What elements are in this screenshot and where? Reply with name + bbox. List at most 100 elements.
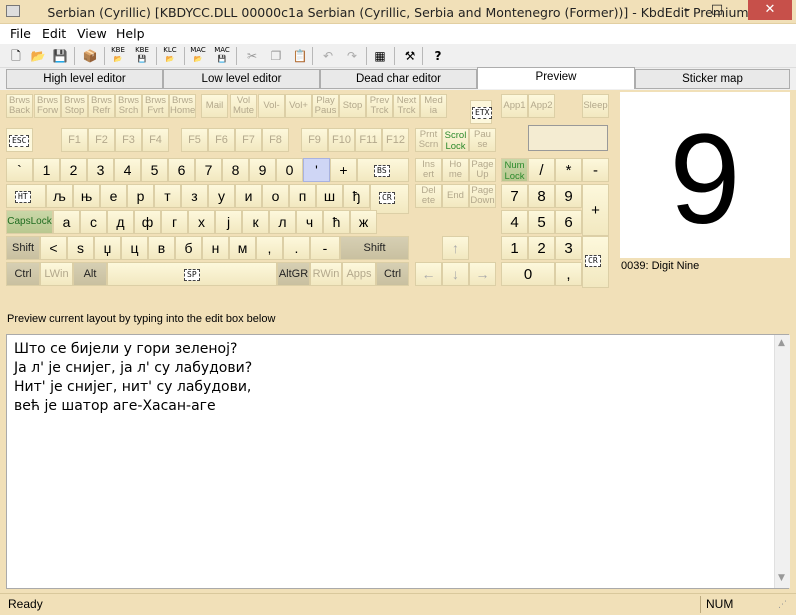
key-insert[interactable]: Ins ert xyxy=(415,158,442,182)
key-f4[interactable]: F4 xyxy=(142,128,169,152)
key-scroll-lock[interactable]: Scrol Lock xyxy=(442,128,469,152)
key-brws-home[interactable]: Brws Home xyxy=(169,94,196,118)
key-arrow-right[interactable]: → xyxy=(469,262,496,286)
preview-edit-box[interactable]: Што се бијели у гори зеленој? Ја л' је с… xyxy=(6,334,790,589)
tab-high-level-editor[interactable]: High level editor xyxy=(6,69,163,89)
key-1[interactable]: 1 xyxy=(33,158,60,182)
key-a[interactable]: а xyxy=(53,210,80,234)
key-f9[interactable]: F9 xyxy=(301,128,328,152)
key-f5[interactable]: F5 xyxy=(181,128,208,152)
key-ef[interactable]: ф xyxy=(134,210,161,234)
key-num-divide[interactable]: / xyxy=(528,158,555,182)
key-f6[interactable]: F6 xyxy=(208,128,235,152)
key-zhe[interactable]: ж xyxy=(350,210,377,234)
key-o[interactable]: о xyxy=(262,184,289,208)
menu-edit[interactable]: Edit xyxy=(40,25,68,43)
tab-low-level-editor[interactable]: Low level editor xyxy=(163,69,320,89)
resize-grip-icon[interactable]: ⋰ xyxy=(778,600,787,610)
key-period[interactable]: . xyxy=(283,236,310,260)
key-f11[interactable]: F11 xyxy=(355,128,382,152)
key-ge[interactable]: г xyxy=(161,210,188,234)
menu-file[interactable]: File xyxy=(8,25,33,43)
key-num-minus[interactable]: - xyxy=(582,158,609,182)
key-delete[interactable]: Del ete xyxy=(415,184,442,208)
package-icon[interactable]: 📦 xyxy=(80,46,100,66)
key-sleep[interactable]: Sleep xyxy=(582,94,609,118)
key-8[interactable]: 8 xyxy=(222,158,249,182)
key-brws-refr[interactable]: Brws Refr xyxy=(88,94,115,118)
key-app1[interactable]: App1 xyxy=(501,94,528,118)
character-map-icon[interactable]: ▦ xyxy=(370,46,390,66)
key-ha[interactable]: х xyxy=(188,210,215,234)
key-num-2[interactable]: 2 xyxy=(528,236,555,260)
key-vol-up[interactable]: Vol+ xyxy=(285,94,312,118)
key-print-screen[interactable]: Prnt Scrn xyxy=(415,128,442,152)
key-home[interactable]: Ho me xyxy=(442,158,469,182)
key-arrow-left[interactable]: ← xyxy=(415,262,442,286)
tab-preview[interactable]: Preview xyxy=(477,67,635,89)
key-prev-track[interactable]: Prev Trck xyxy=(366,94,393,118)
key-f1[interactable]: F1 xyxy=(61,128,88,152)
save-disk-icon[interactable]: 💾 xyxy=(50,46,70,66)
key-nje[interactable]: њ xyxy=(73,184,100,208)
key-play-pause[interactable]: Play Paus xyxy=(312,94,339,118)
key-5[interactable]: 5 xyxy=(141,158,168,182)
key-en[interactable]: н xyxy=(202,236,229,260)
key-el[interactable]: л xyxy=(269,210,296,234)
key-backspace[interactable]: BS xyxy=(357,158,409,182)
key-num-3[interactable]: 3 xyxy=(555,236,582,260)
close-button[interactable]: ✕ xyxy=(748,0,792,20)
key-es[interactable]: с xyxy=(80,210,107,234)
key-num-decimal[interactable]: , xyxy=(555,262,582,286)
copy-icon[interactable]: ❐ xyxy=(266,46,286,66)
key-num-enter[interactable]: CR xyxy=(582,236,609,288)
key-mail[interactable]: Mail xyxy=(201,94,228,118)
key-brws-stop[interactable]: Brws Stop xyxy=(61,94,88,118)
paste-icon[interactable]: 📋 xyxy=(290,46,310,66)
key-2[interactable]: 2 xyxy=(60,158,87,182)
key-pe[interactable]: п xyxy=(289,184,316,208)
key-less-than[interactable]: < xyxy=(40,236,67,260)
key-lwin[interactable]: LWin xyxy=(40,262,73,286)
key-altgr[interactable]: AltGR xyxy=(277,262,310,286)
key-0[interactable]: 0 xyxy=(276,158,303,182)
kbe-open-icon[interactable]: KBE 📂 xyxy=(108,46,128,66)
key-be[interactable]: б xyxy=(175,236,202,260)
key-7[interactable]: 7 xyxy=(195,158,222,182)
key-arrow-down[interactable]: ↓ xyxy=(442,262,469,286)
key-num-7[interactable]: 7 xyxy=(501,184,528,208)
key-app2[interactable]: App2 xyxy=(528,94,555,118)
tab-sticker-map[interactable]: Sticker map xyxy=(635,69,790,89)
menu-help[interactable]: Help xyxy=(114,25,147,43)
new-file-icon[interactable]: 🗋 xyxy=(6,46,26,66)
key-etx[interactable]: ETX xyxy=(470,100,493,124)
key-num-lock[interactable]: Num Lock xyxy=(501,158,528,182)
key-em[interactable]: м xyxy=(229,236,256,260)
minimize-button[interactable]: – xyxy=(674,0,700,20)
key-minus[interactable]: - xyxy=(310,236,340,260)
key-de[interactable]: д xyxy=(107,210,134,234)
klc-open-icon[interactable]: KLC 📂 xyxy=(160,46,180,66)
key-ve[interactable]: в xyxy=(148,236,175,260)
mac-open-icon[interactable]: MAC 📂 xyxy=(188,46,208,66)
key-tse[interactable]: ц xyxy=(121,236,148,260)
tab-dead-char-editor[interactable]: Dead char editor xyxy=(320,69,477,89)
key-f8[interactable]: F8 xyxy=(262,128,289,152)
key-ka[interactable]: к xyxy=(242,210,269,234)
key-alt[interactable]: Alt xyxy=(73,262,107,286)
scroll-down-icon[interactable]: ▼ xyxy=(778,573,785,583)
key-f10[interactable]: F10 xyxy=(328,128,355,152)
redo-icon[interactable]: ↷ xyxy=(342,46,362,66)
key-9[interactable]: 9 xyxy=(249,158,276,182)
key-te[interactable]: т xyxy=(154,184,181,208)
key-f7[interactable]: F7 xyxy=(235,128,262,152)
menu-view[interactable]: View xyxy=(75,25,109,43)
key-vol-down[interactable]: Vol- xyxy=(258,94,285,118)
mac-save-icon[interactable]: MAC 💾 xyxy=(212,46,232,66)
key-num-9[interactable]: 9 xyxy=(555,184,582,208)
key-num-4[interactable]: 4 xyxy=(501,210,528,234)
undo-icon[interactable]: ↶ xyxy=(318,46,338,66)
key-tshe[interactable]: ћ xyxy=(323,210,350,234)
key-num-multiply[interactable]: * xyxy=(555,158,582,182)
key-comma[interactable]: , xyxy=(256,236,283,260)
